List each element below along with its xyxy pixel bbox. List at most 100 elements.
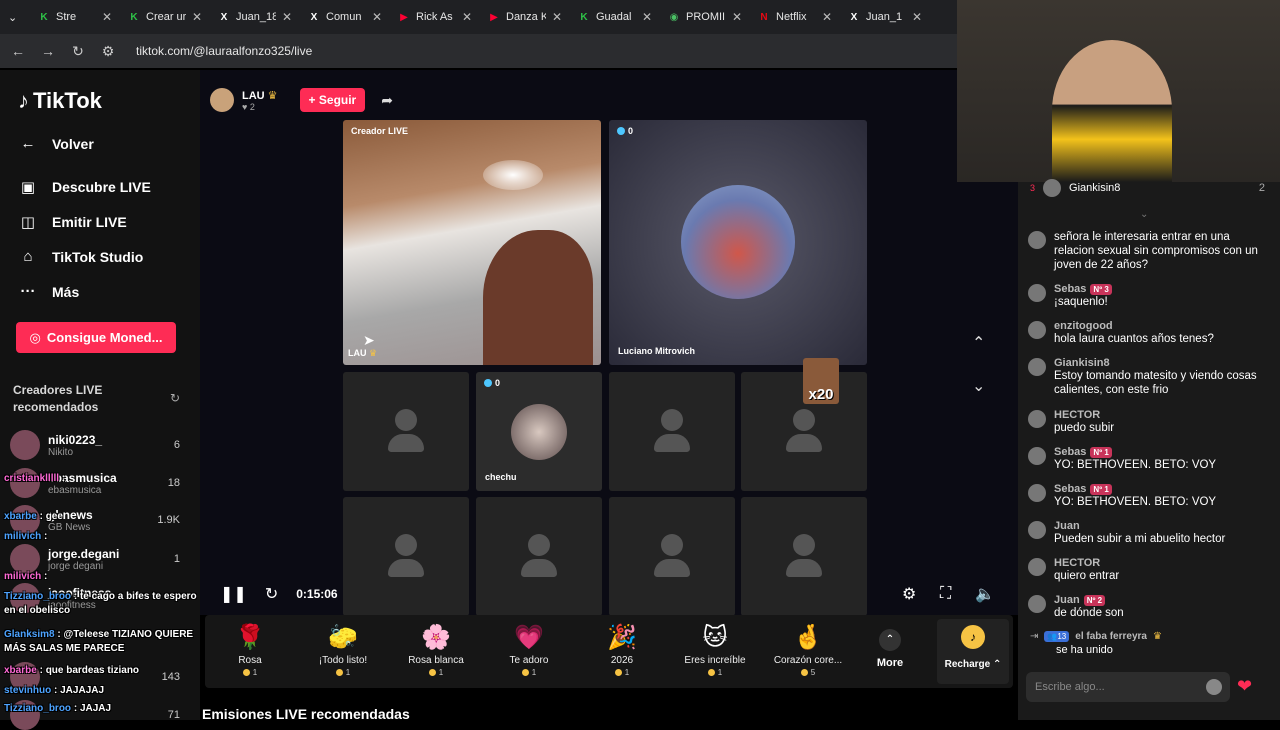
heart-icon[interactable]: ❤ (1237, 676, 1252, 697)
main-host-tile[interactable]: Creador LIVE LAU ♛ ➤ (343, 120, 601, 365)
fullscreen-icon[interactable]: ⛶ (940, 585, 951, 603)
avatar[interactable] (1028, 231, 1046, 249)
follow-button[interactable]: + Seguir (299, 88, 366, 112)
browser-tab[interactable]: X Juan_1 ✕ (840, 0, 930, 34)
forward-icon[interactable]: → (40, 43, 56, 59)
chat-user[interactable]: HECTOR (1054, 409, 1114, 421)
refresh-icon[interactable]: ↻ (170, 391, 180, 405)
browser-tab[interactable]: ▶ Rick As ✕ (390, 0, 480, 34)
empty-seat-icon (388, 533, 424, 580)
close-icon[interactable]: ✕ (732, 10, 742, 24)
recommended-creator[interactable]: niki0223_ Nikito 6 (10, 430, 190, 460)
chat-user[interactable]: Giankisin8 (1054, 357, 1268, 369)
avatar[interactable] (1028, 484, 1046, 502)
joined-user[interactable]: el faba ferreyra (1075, 631, 1147, 642)
close-icon[interactable]: ✕ (192, 10, 202, 24)
browser-tab[interactable]: X Juan_18 ✕ (210, 0, 300, 34)
site-info-icon[interactable]: ⚙ (100, 43, 116, 60)
sidebar-item-volver[interactable]: ← Volver (18, 135, 94, 152)
guest-slot-tile[interactable] (343, 372, 469, 491)
avatar[interactable] (1028, 410, 1046, 428)
volume-icon[interactable]: 🔈 (975, 584, 995, 604)
sidebar-item-emitir-live[interactable]: ◫ Emitir LIVE (18, 213, 127, 231)
browser-tab[interactable]: X Comun ✕ (300, 0, 390, 34)
close-icon[interactable]: ✕ (552, 10, 562, 24)
gift-item[interactable]: 🎉 2026 1 (577, 623, 667, 677)
top-gifter-count: 2 (1258, 182, 1265, 194)
chevron-up-icon[interactable]: ⌃ (972, 333, 985, 353)
guest-slot-tile[interactable] (609, 372, 735, 491)
browser-tab[interactable]: N Netflix ✕ (750, 0, 840, 34)
close-icon[interactable]: ✕ (822, 10, 832, 24)
guest-slot-tile[interactable]: 0 chechu (476, 372, 602, 491)
chat-user[interactable]: Sebas Nº 1 (1054, 446, 1216, 458)
tab-list-button[interactable]: ⌄ (0, 0, 30, 34)
pause-icon[interactable]: ❚❚ (220, 584, 247, 604)
recharge-button[interactable]: ♪ Recharge ⌃ (937, 619, 1009, 684)
host-avatar[interactable] (210, 88, 234, 112)
close-icon[interactable]: ✕ (912, 10, 922, 24)
gift-price: 5 (763, 668, 853, 677)
tiktok-logo[interactable]: ♪ TikTok (18, 88, 102, 114)
sidebar-item-descubre-live[interactable]: ▣ Descubre LIVE (18, 178, 151, 196)
nav-icon: ▣ (20, 179, 36, 196)
gift-item[interactable]: 💗 Te adoro 1 (484, 623, 574, 677)
share-icon[interactable]: ➦ (381, 92, 393, 109)
browser-tab[interactable]: ◉ PROMII ✕ (660, 0, 750, 34)
avatar[interactable] (1028, 447, 1046, 465)
tab-title: Stre (56, 11, 77, 23)
refresh-icon[interactable]: ↻ (265, 584, 278, 604)
creator-name: jorge.degani (48, 546, 120, 561)
get-coins-button[interactable]: ◎ Consigue Moned... (16, 322, 176, 353)
avatar[interactable] (1028, 321, 1046, 339)
chat-user[interactable]: Sebas Nº 3 (1054, 283, 1112, 295)
settings-icon[interactable]: ⚙ (902, 584, 916, 604)
gift-bar: 🌹 Rosa 1 🧽 ¡Todo listo! 1 🌸 Rosa blanca 1 💗 Te ado… (205, 615, 1013, 688)
chat-top-gifter[interactable]: 3 Giankisin8 2 (1030, 179, 1265, 197)
chat-user[interactable]: Juan Nº 2 (1054, 594, 1124, 606)
sidebar-item-más[interactable]: ··· Más (18, 283, 80, 300)
chevron-down-icon[interactable]: ⌄ (972, 376, 985, 396)
sidebar-item-tiktok-studio[interactable]: ⌂ TikTok Studio (18, 248, 143, 265)
chat-user[interactable]: HECTOR (1054, 557, 1119, 569)
close-icon[interactable]: ✕ (372, 10, 382, 24)
avatar[interactable] (1028, 358, 1046, 376)
avatar[interactable] (1028, 595, 1046, 613)
chevron-down-icon[interactable]: ⌄ (1140, 209, 1148, 220)
tab-favicon-icon: X (220, 11, 228, 23)
browser-tab[interactable]: K Crear ur ✕ (120, 0, 210, 34)
close-icon[interactable]: ✕ (102, 10, 112, 24)
back-icon[interactable]: ← (10, 43, 26, 59)
chat-input[interactable]: Escribe algo... (1026, 672, 1230, 702)
close-icon[interactable]: ✕ (642, 10, 652, 24)
chat-user[interactable]: Juan (1054, 520, 1225, 532)
browser-tab[interactable]: K Guadal ✕ (570, 0, 660, 34)
gift-item[interactable]: 🧽 ¡Todo listo! 1 (298, 623, 388, 677)
reload-icon[interactable]: ↻ (70, 43, 86, 60)
close-icon[interactable]: ✕ (282, 10, 292, 24)
separator: : (71, 591, 80, 602)
overlay-chat-user: cristianklllll (4, 473, 60, 484)
avatar[interactable] (1028, 521, 1046, 539)
gift-item[interactable]: 🤞 Corazón core... 5 (763, 623, 853, 677)
browser-tab[interactable]: ▶ Danza K ✕ (480, 0, 570, 34)
gift-item[interactable]: 🐱 Eres increíble 1 (670, 623, 760, 677)
gift-item[interactable]: 🌸 Rosa blanca 1 (391, 623, 481, 677)
avatar[interactable] (1028, 558, 1046, 576)
url-field[interactable]: tiktok.com/@lauraalfonzo325/live (136, 44, 312, 58)
host-name[interactable]: LAU ♛ (242, 89, 278, 102)
gift-item[interactable]: 🌹 Rosa 1 (205, 623, 295, 677)
avatar[interactable] (1028, 284, 1046, 302)
overlay-chat-message: stevinhuo : JAJAJAJ (4, 684, 209, 698)
guest-tile-luciano[interactable]: 0 Luciano Mitrovich (609, 120, 867, 365)
browser-tab[interactable]: K Stre ✕ (30, 0, 120, 34)
emoji-icon[interactable] (1206, 679, 1222, 695)
separator: : (59, 473, 66, 484)
gift-icon: 🌸 (421, 624, 451, 651)
more-gifts-button[interactable]: ⌃ More (865, 629, 915, 669)
gift-icon: 💗 (514, 624, 544, 651)
close-icon[interactable]: ✕ (462, 10, 472, 24)
chat-user[interactable]: enzitogood (1054, 320, 1214, 332)
tab-title: Rick As (416, 11, 453, 23)
chat-user[interactable]: Sebas Nº 1 (1054, 483, 1216, 495)
